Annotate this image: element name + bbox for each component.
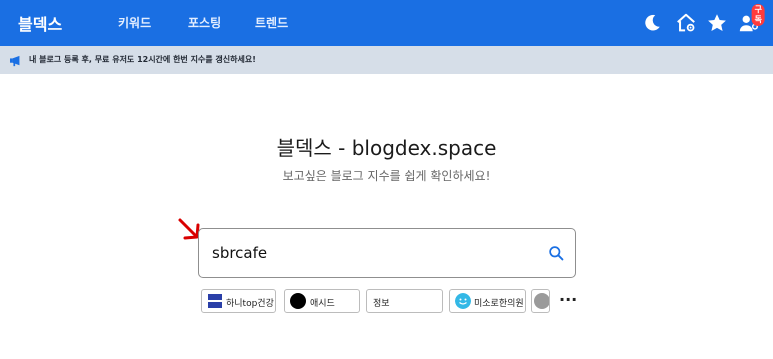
subscribe-badge[interactable]: 구독 — [751, 4, 765, 26]
recent-chip[interactable] — [531, 289, 550, 313]
nav-keyword[interactable]: 키워드 — [118, 14, 151, 31]
chip-label: 애시드 — [310, 299, 335, 309]
star-icon[interactable] — [706, 12, 728, 34]
site-logo[interactable]: 블덱스 — [18, 11, 62, 35]
notice-text: 내 블로그 등록 후, 무료 유저도 12시간에 한번 지수를 갱신하세요! — [29, 55, 256, 64]
top-navigation-bar: 블덱스 키워드 포스팅 트렌드 구독 — [0, 0, 773, 46]
page-subtitle: 보고싶은 블로그 지수를 쉽게 확인하세요! — [282, 169, 491, 183]
moon-icon[interactable] — [641, 12, 663, 34]
gray-avatar — [534, 293, 549, 309]
search-box — [198, 228, 576, 278]
main-content: 블덱스 - blogdex.space 보고싶은 블로그 지수를 쉽게 확인하세… — [0, 74, 773, 359]
notice-bar: 내 블로그 등록 후, 무료 유저도 12시간에 한번 지수를 갱신하세요! — [0, 46, 773, 74]
nav-trend[interactable]: 트렌드 — [255, 14, 288, 31]
recent-chip[interactable]: 미소로한의원 — [449, 289, 526, 313]
nav-posting[interactable]: 포스팅 — [188, 14, 221, 31]
page-title: 블덱스 - blogdex.space — [276, 136, 497, 160]
recent-chip[interactable]: 애시드 — [284, 289, 360, 313]
search-input[interactable] — [212, 243, 532, 263]
megaphone-icon — [10, 55, 20, 67]
home-settings-icon[interactable] — [675, 12, 697, 34]
smiley-avatar — [455, 293, 471, 309]
search-icon[interactable] — [548, 245, 565, 262]
recent-chip[interactable]: 하니top건강 — [201, 289, 276, 313]
chip-label: 하니top건강 — [226, 299, 274, 309]
chip-label: 정보 — [373, 299, 390, 309]
logo-avatar — [207, 293, 223, 309]
more-options-icon[interactable]: ··· — [559, 290, 577, 309]
chip-label: 미소로한의원 — [474, 299, 524, 309]
black-circle-avatar — [290, 293, 306, 309]
recent-chip[interactable]: 정보 — [366, 289, 443, 313]
